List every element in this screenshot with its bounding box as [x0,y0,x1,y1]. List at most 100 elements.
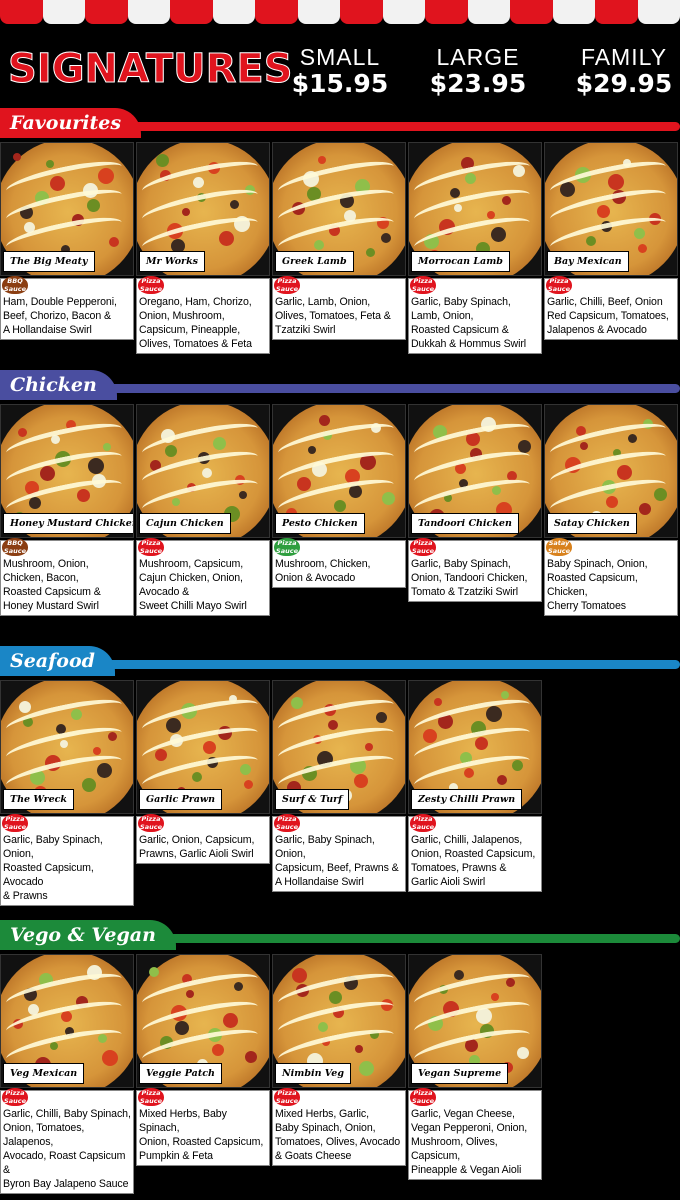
pizza-name: Cajun Chicken [139,513,231,534]
pizza-photo: Satay Chicken [544,404,678,538]
size-large: LARGE $23.95 [428,44,528,98]
awning-stripe [0,0,43,24]
sauce-badge: Pizza Sauce [274,1088,300,1106]
pizza-card[interactable]: Bay Mexican Pizza Sauce Garlic, Chilli, Be… [544,142,680,354]
sauce-badge: Pizza Sauce [2,1088,28,1106]
pizza-photo: Pesto Chicken [272,404,406,538]
pizza-card[interactable]: Satay Chicken Satay Sauce Baby Spinach, On… [544,404,680,616]
topping [18,428,27,437]
section-title: Vego & Vegan [0,920,176,950]
sauce-badge: Pizza Sauce [274,814,300,832]
sauce-badge: BBQ Sauce [2,538,28,556]
sauce-badge: Pizza Sauce [410,276,436,294]
topping [292,968,307,983]
pizza-card[interactable]: Tandoori Chicken Pizza Sauce Garlic, Baby … [408,404,544,616]
size-name: SMALL [299,44,381,70]
topping [46,160,54,168]
pizza-photo: Greek Lamb [272,142,406,276]
awning-stripe [170,0,213,24]
sauce-badge: Pizza Sauce [274,276,300,294]
pizza-name: The Wreck [3,789,74,810]
awning [0,0,680,26]
topping [319,415,330,426]
topping [359,1061,374,1076]
pizza-photo: The Wreck [0,680,134,814]
pizza-photo: Garlic Prawn [136,680,270,814]
pizza-name: Bay Mexican [547,251,629,272]
pizza-name: Veggie Patch [139,1063,222,1084]
topping [501,691,509,699]
pizza-card[interactable]: Cajun Chicken Pizza Sauce Mushroom, Capsic… [136,404,272,616]
sauce-badge: Pizza Sauce [138,814,164,832]
awning-stripe [425,0,468,24]
pizza-photo: Veg Mexican [0,954,134,1088]
pizza-photo: Mr Works [136,142,270,276]
sauce-badge: Pizza Sauce [546,276,572,294]
pizza-grid: The Wreck Pizza Sauce Garlic, Baby Spinach… [0,680,680,906]
pizza-card[interactable]: Zesty Chilli Prawn Pizza Sauce Garlic, Chi… [408,680,544,906]
pizza-card[interactable]: The Wreck Pizza Sauce Garlic, Baby Spinach… [0,680,136,906]
pizza-name: Garlic Prawn [139,789,222,810]
pizza-card[interactable]: Surf & Turf Pizza Sauce Garlic, Baby Spina… [272,680,408,906]
pizza-card[interactable]: Nimbin Veg Pizza Sauce Mixed Herbs, Garlic… [272,954,408,1194]
section-title: Seafood [0,646,115,676]
sauce-badge: Pizza Sauce [410,538,436,556]
page-title: SIGNATURES [8,46,294,93]
topping [103,443,111,451]
awning-stripe [255,0,298,24]
sauce-badge: Pizza Sauce [2,814,28,832]
topping [102,1050,118,1066]
topping [366,248,375,257]
pizza-card[interactable]: Veggie Patch Pizza Sauce Mixed Herbs, Baby… [136,954,272,1194]
pizza-name: Surf & Turf [275,789,350,810]
awning-stripe [595,0,638,24]
pizza-description: Garlic, Chilli, Baby Spinach, Onion, Tom… [0,1090,134,1194]
sauce-badge: Pizza Sauce [274,538,300,556]
sauce-badge: Pizza Sauce [410,1088,436,1106]
topping [291,697,303,709]
awning-stripe [552,0,595,24]
pizza-name: The Big Meaty [3,251,95,272]
pizza-card[interactable]: Mr Works Pizza Sauce Oregano, Ham, Chorizo… [136,142,272,354]
section-title: Chicken [0,370,117,400]
topping [382,492,395,505]
pizza-card[interactable]: Honey Mustard Chicken BBQ Sauce Mushroom, … [0,404,136,616]
pizza-grid: Honey Mustard Chicken BBQ Sauce Mushroom, … [0,404,680,616]
pizza-name: Honey Mustard Chicken [3,513,133,534]
topping [381,233,391,243]
pizza-photo: Veggie Patch [136,954,270,1088]
size-small: SMALL $15.95 [290,44,390,98]
pizza-card[interactable]: The Big Meaty BBQ Sauce Ham, Double Pepper… [0,142,136,354]
pizza-card[interactable]: Garlic Prawn Pizza Sauce Garlic, Onion, Ca… [136,680,272,906]
awning-stripe [637,0,680,24]
pizza-photo: Bay Mexican [544,142,678,276]
sauce-badge: Pizza Sauce [410,814,436,832]
topping [454,970,464,980]
sauce-badge: Satay Sauce [546,538,572,556]
pizza-photo: Cajun Chicken [136,404,270,538]
pizza-name: Mr Works [139,251,205,272]
awning-stripe [85,0,128,24]
size-family: FAMILY $29.95 [572,44,676,98]
size-price: $29.95 [575,69,673,98]
pizza-card[interactable]: Greek Lamb Pizza Sauce Garlic, Lamb, Onion… [272,142,408,354]
pizza-name: Greek Lamb [275,251,354,272]
pizza-card[interactable]: Pesto Chicken Pizza Sauce Mushroom, Chicke… [272,404,408,616]
size-price: $23.95 [429,69,527,98]
pizza-card[interactable]: Morrocan Lamb Pizza Sauce Garlic, Baby Spi… [408,142,544,354]
section-title: Favourites [0,108,142,138]
pizza-name: Pesto Chicken [275,513,365,534]
sauce-badge: Pizza Sauce [138,276,164,294]
pizza-name: Satay Chicken [547,513,637,534]
pizza-photo: The Big Meaty [0,142,134,276]
awning-stripe [127,0,170,24]
pizza-name: Veg Mexican [3,1063,85,1084]
pizza-card[interactable]: Veg Mexican Pizza Sauce Garlic, Chilli, Ba… [0,954,136,1194]
awning-stripe [42,0,85,24]
sauce-badge: Pizza Sauce [138,538,164,556]
pizza-card[interactable]: Vegan Supreme Pizza Sauce Garlic, Vegan Ch… [408,954,544,1194]
topping [434,698,442,706]
menu-header: SIGNATURES SMALL $15.95 LARGE $23.95 FAM… [0,34,680,104]
sauce-badge: Pizza Sauce [138,1088,164,1106]
pizza-photo: Nimbin Veg [272,954,406,1088]
